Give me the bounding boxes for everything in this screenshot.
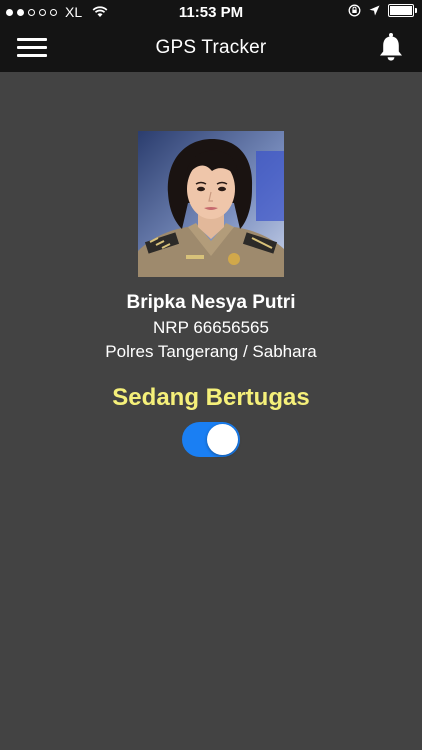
bell-icon[interactable] xyxy=(378,32,404,62)
officer-unit: Polres Tangerang / Sabhara xyxy=(105,342,317,361)
toggle-knob xyxy=(207,424,238,455)
status-bar: XL 11:53 PM xyxy=(0,0,422,24)
rotation-lock-icon xyxy=(348,4,361,17)
officer-name: Bripka Nesya Putri xyxy=(126,292,296,313)
page-title: GPS Tracker xyxy=(155,37,267,58)
location-arrow-icon xyxy=(369,5,380,16)
officer-nrp: NRP 66656565 xyxy=(153,318,269,337)
officer-portrait xyxy=(138,131,284,277)
status-icons xyxy=(348,4,417,17)
profile-photo xyxy=(138,131,284,277)
nav-bar: GPS Tracker xyxy=(0,24,422,72)
duty-status-label: Sedang Bertugas xyxy=(112,384,310,411)
duty-toggle[interactable] xyxy=(182,422,240,457)
battery-icon xyxy=(388,4,417,17)
